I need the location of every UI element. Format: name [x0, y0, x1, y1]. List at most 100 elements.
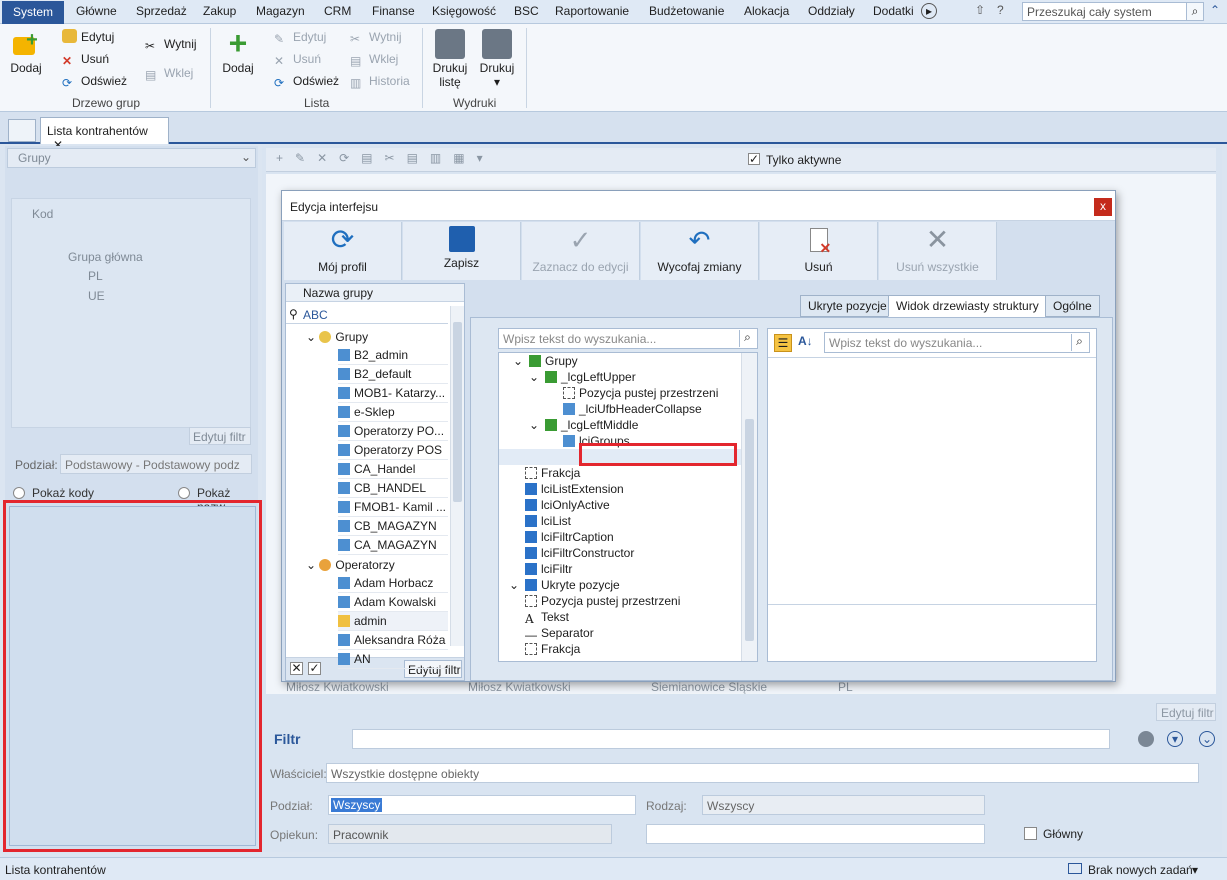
list-item[interactable]: Adam Kowalski [338, 593, 448, 612]
tab-lista-kontrahentow[interactable]: Lista kontrahentów ✕ [40, 117, 169, 152]
groups-dropdown[interactable]: Grupy ⌄ [7, 148, 256, 168]
tree-node[interactable]: Pozycja pustej przestrzeni [525, 593, 680, 609]
chevron-down-icon[interactable]: ⌄ [529, 417, 539, 433]
tree-node[interactable]: Frakcja [525, 641, 580, 657]
properties-search-input[interactable]: Wpisz tekst do wyszukania... ⌕ [824, 332, 1090, 353]
tree-delete-button[interactable]: ✕ Usuń [62, 50, 109, 68]
list-item[interactable]: MOB1- Katarzy... [338, 384, 448, 403]
tree-node[interactable]: lciFiltrCaption [525, 529, 614, 545]
menu-raportowanie[interactable]: Raportowanie [555, 4, 629, 18]
print-button[interactable]: Drukuj ▾ [477, 29, 517, 89]
rodzaj-select[interactable]: Wszyscy [702, 795, 985, 815]
tree-node[interactable]: Pozycja pustej przestrzeni [563, 385, 718, 401]
menu-zakup[interactable]: Zakup [203, 4, 236, 18]
opiekun-select[interactable]: Pracownik [328, 824, 612, 844]
tree-cut-button[interactable]: ✂ Wytnij [145, 35, 197, 53]
tree-node[interactable]: ⌄ Grupy [513, 353, 578, 369]
tree-node[interactable]: ⌄ _lcgLeftUpper [529, 369, 636, 385]
tree-search-input[interactable]: Wpisz tekst do wyszukania... ⌕ [498, 328, 758, 349]
tree-node[interactable]: lciList [525, 513, 571, 529]
list-paste-button[interactable]: ▤ Wklej [350, 50, 398, 68]
tree-node[interactable]: lciFiltr [525, 561, 572, 577]
tab-general[interactable]: Ogólne [1045, 295, 1100, 317]
list-edit-button[interactable]: ✎ Edytuj [274, 28, 326, 46]
list-item[interactable]: CB_HANDEL [338, 479, 448, 498]
menu-sprzedaz[interactable]: Sprzedaż [136, 4, 187, 18]
list-view-icon[interactable]: ☰ [774, 334, 792, 352]
menu-alokacja[interactable]: Alokacja [744, 4, 789, 18]
menu-bsc[interactable]: BSC [514, 4, 539, 18]
tree-root[interactable]: Grupa główna [68, 250, 143, 264]
right-edit-filter-button[interactable]: Edytuj filtr [1156, 703, 1216, 721]
tab-tree-view[interactable]: Widok drzewiasty struktury [888, 295, 1047, 317]
list-item[interactable]: AN [338, 650, 448, 669]
only-active-checkbox[interactable]: ✓ [748, 153, 760, 165]
list-delete-button[interactable]: ✕ Usuń [274, 50, 321, 68]
menu-ksiegowosc[interactable]: Księgowość [432, 4, 496, 18]
save-button[interactable]: Zapisz [403, 222, 521, 280]
tree-node[interactable]: ⌄ Ukryte pozycje [509, 577, 620, 593]
list-item[interactable]: CA_MAGAZYN [338, 536, 448, 555]
tree-node[interactable]: Frakcja [525, 465, 580, 481]
tree-node-ue[interactable]: UE [88, 289, 105, 303]
menu-dodatki[interactable]: Dodatki [873, 4, 914, 18]
list-item[interactable]: Aleksandra Róża [338, 631, 448, 650]
search-icon[interactable]: ⌕ [1071, 334, 1087, 351]
tree-node[interactable]: — Separator [525, 625, 594, 642]
filter-input[interactable] [352, 729, 1110, 749]
close-icon[interactable]: x [1094, 198, 1112, 216]
list-item[interactable]: Operatorzy PO... [338, 422, 448, 441]
up-arrow-icon[interactable]: ⇧ [975, 3, 985, 17]
list-cut-button[interactable]: ✂ Wytnij [350, 28, 402, 46]
filter-icon[interactable]: ▾ [1167, 731, 1183, 747]
tree-scrollbar[interactable] [741, 353, 757, 661]
show-names-radio[interactable] [178, 487, 190, 499]
opiekun-input[interactable] [646, 824, 985, 844]
tree-node[interactable]: lciFiltrConstructor [525, 545, 634, 561]
list-item[interactable]: Operatorzy POS [338, 441, 448, 460]
list-add-button[interactable]: + Dodaj [220, 27, 256, 75]
left-podzial-select[interactable]: Podstawowy - Podstawowy podz [60, 454, 252, 474]
menu-budzetowanie[interactable]: Budżetowanie [649, 4, 724, 18]
my-profile-button[interactable]: ⟳ Mój profil [284, 222, 402, 280]
tree-paste-button[interactable]: ▤ Wklej [145, 64, 193, 82]
tree-node[interactable]: _lciUfbHeaderCollapse [563, 401, 702, 417]
podzial-select[interactable]: Wszyscy [328, 795, 636, 815]
list-node-grupy[interactable]: ⌄ Grupy [306, 328, 368, 346]
print-list-button[interactable]: Drukuj listę [430, 29, 470, 89]
list-item[interactable]: admin [338, 612, 448, 631]
menu-more-icon[interactable]: ▸ [921, 3, 937, 19]
tree-node[interactable]: lciOnlyActive [525, 497, 610, 513]
clear-filter-icon[interactable]: ✕ [290, 662, 303, 675]
tab-hidden-items[interactable]: Ukryte pozycje [800, 295, 895, 317]
delete-button[interactable]: ✕ Usuń [760, 222, 878, 280]
delete-all-button[interactable]: ✕ Usuń wszystkie [879, 222, 997, 280]
chevron-down-icon[interactable]: ⌄ [509, 577, 519, 593]
filter-checkbox[interactable]: ✓ [308, 662, 321, 675]
list-history-button[interactable]: ▥ Historia [350, 72, 410, 90]
list-node-operatorzy[interactable]: ⌄ Operatorzy [306, 556, 395, 574]
list-refresh-button[interactable]: ⟳ Odśwież [274, 72, 339, 90]
menu-oddzialy[interactable]: Oddziały [808, 4, 855, 18]
tree-node[interactable]: A Tekst [525, 609, 569, 626]
menu-glowne[interactable]: Główne [76, 4, 117, 18]
list-item[interactable]: B2_default [338, 365, 448, 384]
glowny-checkbox[interactable] [1024, 827, 1037, 840]
undo-changes-button[interactable]: ↶ Wycofaj zmiany [641, 222, 759, 280]
list-item[interactable]: e-Sklep [338, 403, 448, 422]
desktop-icon[interactable] [8, 119, 36, 142]
tree-add-button[interactable]: + Dodaj [8, 29, 44, 75]
chevron-down-icon[interactable]: ⌄ [513, 353, 523, 369]
chevron-down-icon[interactable]: ⌄ [529, 369, 539, 385]
menu-magazyn[interactable]: Magazyn [256, 4, 305, 18]
tree-refresh-button[interactable]: ⟳ Odśwież [62, 72, 127, 90]
tree-node[interactable]: lciListExtension [525, 481, 624, 497]
settings-icon[interactable] [1138, 731, 1154, 747]
global-search-input[interactable]: Przeszukaj cały system [1022, 2, 1204, 21]
list-item[interactable]: B2_admin [338, 346, 448, 365]
menu-crm[interactable]: CRM [324, 4, 351, 18]
menu-finanse[interactable]: Finanse [372, 4, 415, 18]
list-item[interactable]: CB_MAGAZYN [338, 517, 448, 536]
tree-edit-button[interactable]: Edytuj [62, 28, 114, 46]
search-icon[interactable]: ⌕ [739, 330, 755, 347]
